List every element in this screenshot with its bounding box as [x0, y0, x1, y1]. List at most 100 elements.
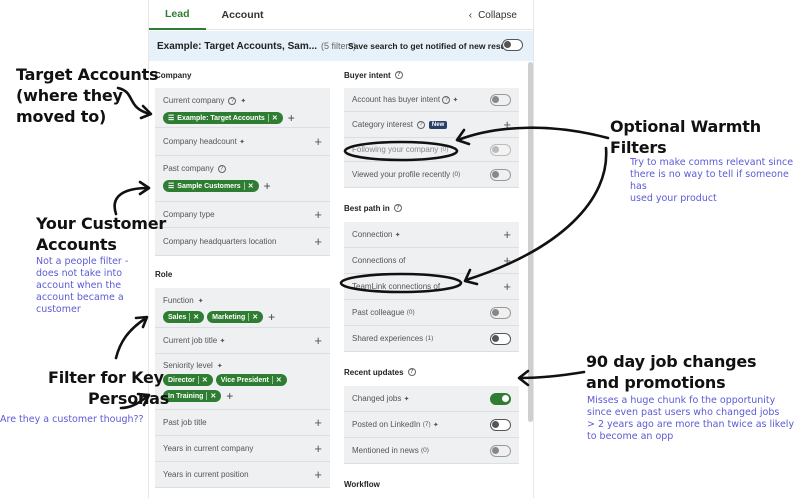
- filter-pill[interactable]: ☰ Sample Customers ✕: [163, 180, 259, 192]
- past-colleague-toggle[interactable]: [490, 306, 511, 319]
- pin-icon[interactable]: ✦: [219, 337, 225, 345]
- scrollbar[interactable]: [528, 62, 533, 422]
- mentioned-news-toggle[interactable]: [490, 444, 511, 457]
- filter-company-type[interactable]: Company type +: [155, 202, 330, 228]
- close-icon[interactable]: ✕: [206, 392, 216, 400]
- pin-icon[interactable]: ✦: [453, 96, 459, 104]
- collapse-button[interactable]: ‹ Collapse: [469, 0, 517, 30]
- buyer-intent-toggle[interactable]: [490, 93, 511, 106]
- filter-pill[interactable]: Director ✕: [163, 374, 213, 386]
- filter-mentioned-news[interactable]: Mentioned in news (0): [344, 438, 519, 464]
- add-icon[interactable]: +: [288, 111, 295, 125]
- filter-teamlink[interactable]: TeamLink connections of +: [344, 274, 519, 300]
- annotation-job-note: Misses a huge chunk fo the opportunity s…: [587, 395, 794, 443]
- annotation-line: Target Accounts: [16, 65, 159, 84]
- help-icon[interactable]: ?: [394, 71, 403, 79]
- filter-label: Category interest: [352, 120, 413, 129]
- filter-current-company[interactable]: Current company? ✦ ☰ Example: Target Accou…: [155, 88, 330, 128]
- add-icon[interactable]: +: [503, 279, 511, 294]
- filter-pill[interactable]: ☰ Example: Target Accounts ✕: [163, 112, 283, 124]
- filter-category-interest[interactable]: Category interest? New +: [344, 112, 519, 138]
- pin-icon[interactable]: ✦: [404, 395, 410, 403]
- filter-pill[interactable]: In Training ✕: [163, 390, 222, 402]
- filter-seniority-level[interactable]: Seniority level ✦ Director ✕ Vice Presiden…: [155, 354, 330, 410]
- filter-pill[interactable]: Sales ✕: [163, 311, 205, 323]
- help-icon[interactable]: ?: [442, 95, 451, 104]
- add-icon[interactable]: +: [314, 234, 322, 249]
- following-company-toggle[interactable]: [490, 143, 511, 156]
- help-icon[interactable]: ?: [217, 164, 226, 173]
- add-icon[interactable]: +: [226, 389, 233, 403]
- pin-icon[interactable]: ✦: [198, 297, 204, 305]
- close-icon[interactable]: ✕: [248, 313, 258, 321]
- close-icon[interactable]: ✕: [243, 182, 254, 190]
- left-filter-column: Company Current company? ✦ ☰ Example: Targ…: [155, 62, 330, 488]
- filter-changed-jobs[interactable]: Changed jobs ✦: [344, 386, 519, 412]
- annotation-line: account when the: [36, 280, 122, 291]
- annotation-line: Are they a customer though??: [0, 414, 144, 425]
- save-search-toggle[interactable]: [502, 39, 523, 51]
- help-icon[interactable]: ?: [393, 204, 402, 212]
- add-icon[interactable]: +: [314, 467, 322, 482]
- filter-function[interactable]: Function ✦ Sales ✕ Marketing ✕ +: [155, 288, 330, 328]
- shared-experiences-toggle[interactable]: [490, 332, 511, 345]
- filter-past-colleague[interactable]: Past colleague (0): [344, 300, 519, 326]
- add-icon[interactable]: +: [314, 333, 322, 348]
- filter-pill[interactable]: Vice President ✕: [215, 374, 287, 386]
- add-icon[interactable]: +: [314, 415, 322, 430]
- top-bar: Lead Account ‹ Collapse: [149, 0, 533, 30]
- filter-company-headcount[interactable]: Company headcount ✦ +: [155, 128, 330, 156]
- filter-viewed-profile[interactable]: Viewed your profile recently (0): [344, 162, 519, 188]
- close-icon[interactable]: ✕: [189, 313, 199, 321]
- pin-icon[interactable]: ✦: [239, 138, 245, 146]
- filter-past-company[interactable]: Past company? ☰ Sample Customers ✕ +: [155, 156, 330, 202]
- add-icon[interactable]: +: [314, 441, 322, 456]
- pin-icon[interactable]: ✦: [240, 97, 246, 105]
- section-label: Buyer intent: [344, 70, 391, 80]
- filter-following-company[interactable]: Following your company (0): [344, 138, 519, 162]
- add-icon[interactable]: +: [314, 134, 322, 149]
- pin-icon[interactable]: ✦: [217, 362, 223, 370]
- annotation-warmth-note: Try to make comms relevant since there i…: [630, 157, 800, 205]
- filter-years-company[interactable]: Years in current company +: [155, 436, 330, 462]
- filter-company-hq[interactable]: Company headquarters location +: [155, 228, 330, 256]
- add-icon[interactable]: +: [264, 179, 271, 193]
- arrowhead: [134, 315, 149, 329]
- add-icon[interactable]: +: [503, 227, 511, 242]
- help-icon[interactable]: ?: [228, 96, 237, 105]
- search-title[interactable]: Example: Target Accounts, Sam...: [157, 41, 317, 52]
- filter-pill[interactable]: Marketing ✕: [207, 311, 264, 323]
- close-icon[interactable]: ✕: [267, 114, 278, 122]
- add-icon[interactable]: +: [268, 310, 275, 324]
- section-buyer-intent: Buyer intent?: [344, 62, 519, 88]
- changed-jobs-toggle[interactable]: [490, 392, 511, 405]
- tab-lead[interactable]: Lead: [149, 0, 206, 30]
- pin-icon[interactable]: ✦: [433, 421, 439, 429]
- help-icon[interactable]: ?: [416, 120, 425, 129]
- filter-account-buyer-intent[interactable]: Account has buyer intent ? ✦: [344, 88, 519, 112]
- section-company-label: Company: [155, 70, 192, 80]
- pin-icon[interactable]: ✦: [395, 231, 401, 239]
- filter-posted-linkedin[interactable]: Posted on LinkedIn (7) ✦: [344, 412, 519, 438]
- filter-label: Connections of: [352, 256, 406, 265]
- filter-connection[interactable]: Connection ✦ +: [344, 222, 519, 248]
- filter-years-position[interactable]: Years in current position +: [155, 462, 330, 488]
- add-icon[interactable]: +: [503, 117, 511, 132]
- filter-connections-of[interactable]: Connections of +: [344, 248, 519, 274]
- annotation-line: does not take into: [36, 268, 123, 279]
- help-icon[interactable]: ?: [407, 368, 416, 376]
- filter-current-job-title[interactable]: Current job title ✦ +: [155, 328, 330, 354]
- close-icon[interactable]: ✕: [197, 376, 208, 384]
- filter-label: Current company: [163, 96, 225, 105]
- filter-past-job-title[interactable]: Past job title +: [155, 410, 330, 436]
- add-icon[interactable]: +: [314, 207, 322, 222]
- close-icon[interactable]: ✕: [271, 376, 282, 384]
- add-icon[interactable]: +: [503, 253, 511, 268]
- posted-linkedin-toggle[interactable]: [490, 418, 511, 431]
- viewed-profile-toggle[interactable]: [490, 168, 511, 181]
- tab-account[interactable]: Account: [206, 0, 280, 30]
- section-workflow: Workflow: [344, 470, 519, 498]
- section-label: Workflow: [344, 479, 380, 489]
- annotation-line: Misses a huge chunk fo the opportunity: [587, 395, 776, 406]
- filter-shared-experiences[interactable]: Shared experiences (1): [344, 326, 519, 352]
